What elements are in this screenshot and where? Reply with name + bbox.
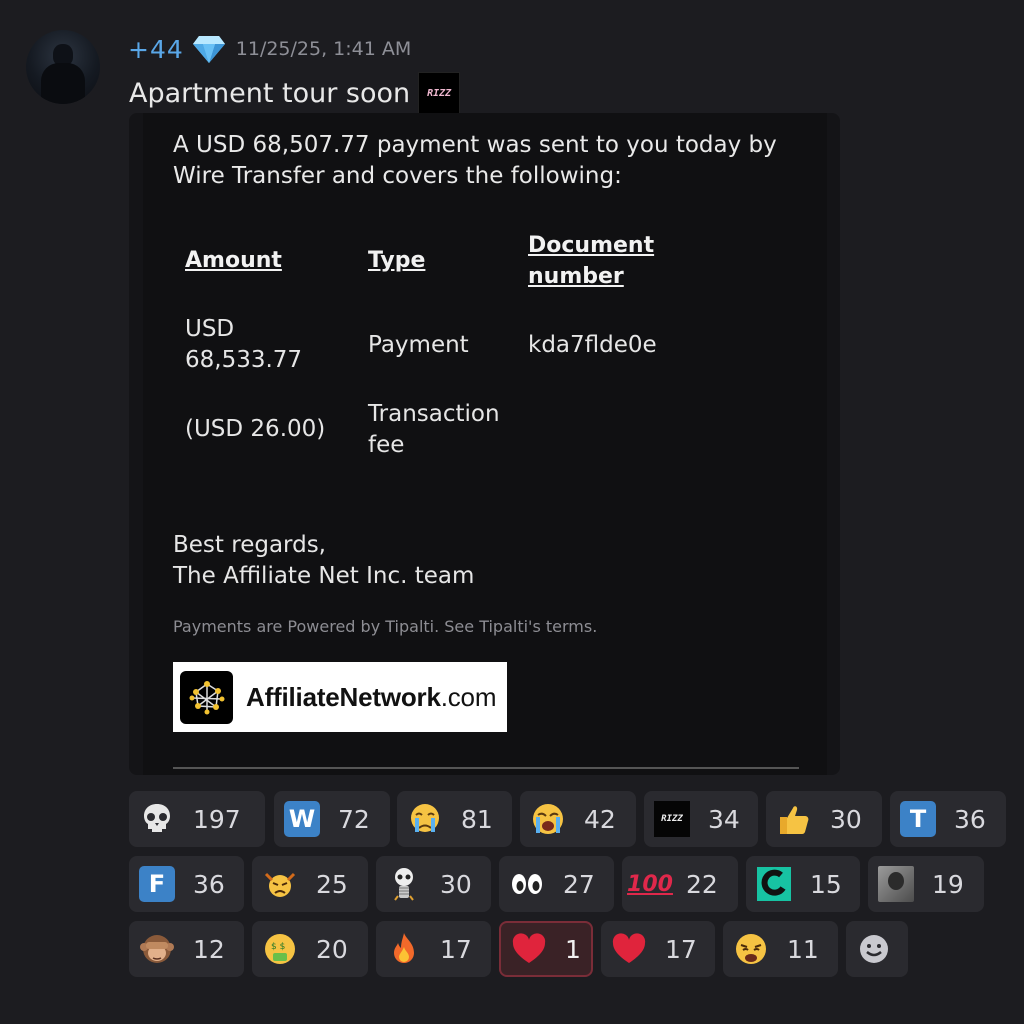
embed-signoff: Best regards, The Affiliate Net Inc. tea… bbox=[173, 530, 474, 592]
crying-face-icon bbox=[407, 801, 443, 837]
reaction-count: 1 bbox=[565, 934, 581, 964]
reaction-letter-w[interactable]: W 72 bbox=[274, 791, 390, 847]
embed-body: A USD 68,507.77 payment was sent to you … bbox=[143, 113, 827, 775]
reaction-count: 11 bbox=[787, 934, 819, 964]
add-reaction-button[interactable] bbox=[846, 921, 908, 977]
reaction-count: 27 bbox=[563, 869, 595, 899]
reaction-money-mouth-face[interactable]: $ $ 20 bbox=[252, 921, 368, 977]
banner-text: AffiliateNetwork.com bbox=[246, 682, 496, 713]
user-avatar[interactable] bbox=[26, 30, 100, 104]
avatar-body-shape bbox=[41, 63, 85, 104]
message-embed: A USD 68,507.77 payment was sent to you … bbox=[129, 113, 840, 775]
reaction-count: 81 bbox=[461, 804, 493, 834]
reaction-count: 22 bbox=[686, 869, 718, 899]
reaction-crying-face[interactable]: 81 bbox=[397, 791, 512, 847]
fire-icon bbox=[386, 931, 422, 967]
skull-icon bbox=[139, 801, 175, 837]
table-header-type: Type bbox=[368, 248, 426, 273]
table-cell-document-1: kda7flde0e bbox=[528, 332, 657, 358]
reaction-count: 17 bbox=[440, 934, 472, 964]
letter-f-icon: F bbox=[139, 866, 175, 902]
table-cell-amount-2: (USD 26.00) bbox=[185, 416, 326, 442]
weary-face-icon bbox=[733, 931, 769, 967]
reaction-skull[interactable]: 197 bbox=[129, 791, 265, 847]
reaction-weary-face[interactable]: 11 bbox=[723, 921, 838, 977]
diamond-icon bbox=[192, 36, 225, 63]
svg-text:$ $: $ $ bbox=[271, 942, 285, 952]
table-cell-type-2: Transaction fee bbox=[368, 401, 500, 458]
table-header-document-number: Document number bbox=[528, 233, 655, 289]
reaction-red-heart-selected[interactable]: 1 bbox=[499, 921, 593, 977]
reaction-count: 15 bbox=[810, 869, 842, 899]
reaction-eyes[interactable]: 27 bbox=[499, 856, 614, 912]
reaction-count: 17 bbox=[665, 934, 697, 964]
reaction-count: 25 bbox=[316, 869, 348, 899]
reaction-count: 20 bbox=[316, 934, 348, 964]
reaction-letter-t[interactable]: T 36 bbox=[890, 791, 1006, 847]
reaction-hundred-points[interactable]: 100 22 bbox=[622, 856, 738, 912]
username[interactable]: +44 bbox=[128, 35, 184, 64]
table-cell-type-1: Payment bbox=[368, 332, 469, 358]
reaction-loudly-crying-face[interactable]: 42 bbox=[520, 791, 636, 847]
reaction-skull-figure[interactable]: 30 bbox=[376, 856, 491, 912]
reaction-count: 12 bbox=[193, 934, 225, 964]
message-header: +44 11/25/25, 1:41 AM bbox=[128, 34, 411, 64]
reaction-count: 30 bbox=[830, 804, 862, 834]
reaction-person-photo[interactable]: 19 bbox=[868, 856, 984, 912]
reaction-count: 30 bbox=[440, 869, 472, 899]
reaction-thumbs-up[interactable]: 30 bbox=[766, 791, 882, 847]
reaction-letter-f[interactable]: F 36 bbox=[129, 856, 244, 912]
reaction-rizz[interactable]: RIZZ 34 bbox=[644, 791, 758, 847]
embed-divider bbox=[173, 767, 799, 769]
reaction-count: 197 bbox=[193, 804, 241, 834]
letter-w-icon: W bbox=[284, 801, 320, 837]
reaction-count: 72 bbox=[338, 804, 370, 834]
hundred-points-icon: 100 bbox=[627, 871, 673, 897]
message-content: Apartment tour soon RIZZ bbox=[129, 72, 461, 114]
angry-face-icon bbox=[262, 866, 298, 902]
banner-text-main: AffiliateNetwork bbox=[246, 681, 441, 712]
rizz-icon: RIZZ bbox=[654, 801, 690, 837]
skull-figure-icon bbox=[386, 866, 422, 902]
network-logo-icon bbox=[180, 670, 233, 724]
custom-green-icon bbox=[756, 866, 792, 902]
reaction-count: 36 bbox=[193, 869, 225, 899]
reaction-count: 42 bbox=[584, 804, 616, 834]
letter-t-icon: T bbox=[900, 801, 936, 837]
eyes-icon bbox=[509, 866, 545, 902]
embed-footnote: Payments are Powered by Tipalti. See Tip… bbox=[173, 617, 598, 636]
regards-line: Best regards, bbox=[173, 532, 326, 558]
table-cell-amount-1: USD 68,533.77 bbox=[185, 316, 303, 373]
reaction-count: 36 bbox=[954, 804, 986, 834]
rizz-emoji-icon: RIZZ bbox=[418, 72, 461, 114]
person-photo-icon bbox=[878, 866, 914, 902]
team-line: The Affiliate Net Inc. team bbox=[173, 563, 475, 589]
embed-intro-text: A USD 68,507.77 payment was sent to you … bbox=[173, 132, 777, 189]
affiliate-network-banner[interactable]: AffiliateNetwork.com bbox=[173, 662, 507, 732]
thumbs-up-icon bbox=[776, 801, 812, 837]
reaction-see-no-evil-monkey[interactable]: 12 bbox=[129, 921, 244, 977]
banner-text-domain: .com bbox=[440, 681, 497, 712]
table-header-amount: Amount bbox=[185, 248, 282, 273]
loudly-crying-face-icon bbox=[530, 801, 566, 837]
reaction-red-heart[interactable]: 17 bbox=[601, 921, 715, 977]
money-mouth-face-icon: $ $ bbox=[262, 931, 298, 967]
message-timestamp: 11/25/25, 1:41 AM bbox=[235, 38, 412, 60]
message-text: Apartment tour soon bbox=[129, 77, 411, 109]
see-no-evil-monkey-icon bbox=[139, 931, 175, 967]
reaction-angry-face[interactable]: 25 bbox=[252, 856, 368, 912]
red-heart-icon bbox=[511, 931, 547, 967]
reaction-custom-green[interactable]: 15 bbox=[746, 856, 860, 912]
add-reaction-icon bbox=[856, 931, 892, 967]
reaction-fire[interactable]: 17 bbox=[376, 921, 491, 977]
reaction-count: 19 bbox=[932, 869, 964, 899]
reaction-count: 34 bbox=[708, 804, 740, 834]
red-heart-icon bbox=[611, 931, 647, 967]
